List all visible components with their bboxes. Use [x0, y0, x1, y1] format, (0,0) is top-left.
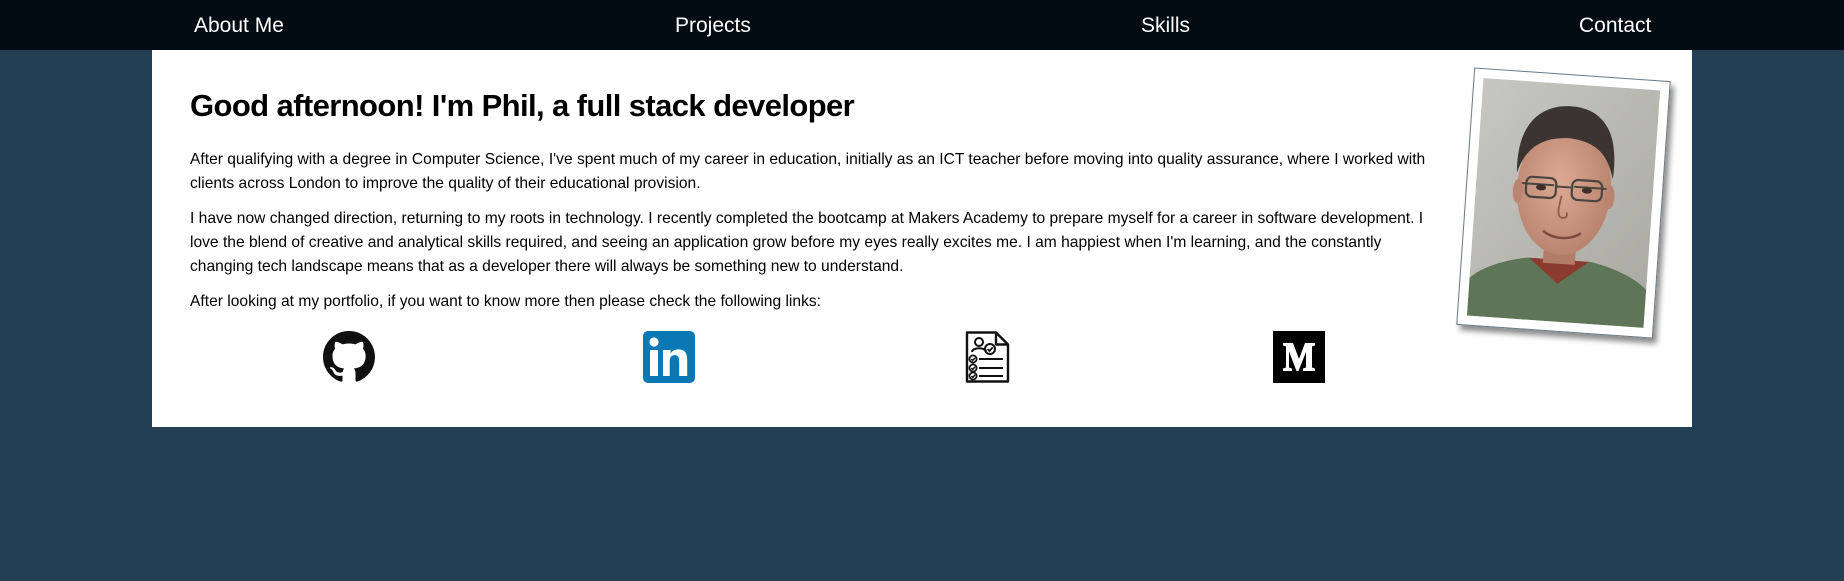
medium-icon [1273, 331, 1325, 383]
intro-paragraph: After qualifying with a degree in Comput… [190, 151, 1426, 192]
links-intro-paragraph: After looking at my portfolio, if you wa… [190, 293, 821, 310]
cv-document-icon [965, 331, 1010, 383]
top-navbar: About Me Projects Skills Contact [0, 0, 1844, 50]
nav-skills[interactable]: Skills [1141, 0, 1190, 50]
nav-projects[interactable]: Projects [675, 0, 751, 50]
nav-contact[interactable]: Contact [1579, 0, 1651, 50]
github-link[interactable] [323, 331, 375, 383]
medium-link[interactable] [1273, 331, 1325, 383]
profile-photo [1466, 78, 1661, 328]
nav-about-me[interactable]: About Me [194, 0, 284, 50]
about-me-card: Good afternoon! I'm Phil, a full stack d… [152, 50, 1692, 427]
career-change-paragraph: I have now changed direction, returning … [190, 210, 1424, 275]
linkedin-icon [643, 331, 695, 383]
page-title: Good afternoon! I'm Phil, a full stack d… [190, 88, 855, 123]
profile-photo-frame [1456, 67, 1671, 339]
github-icon [323, 331, 375, 382]
cv-link[interactable] [962, 331, 1014, 383]
linkedin-link[interactable] [643, 331, 695, 383]
